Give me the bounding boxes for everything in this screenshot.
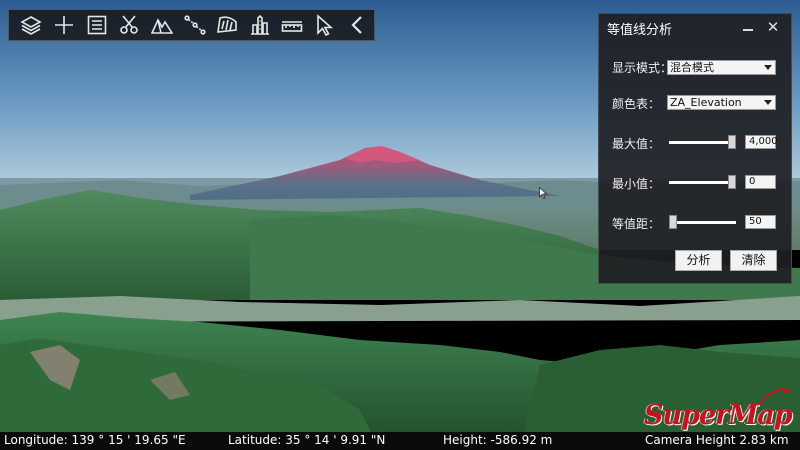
latitude-readout: Latitude: 35 ° 14 ' 9.91 "N (228, 433, 386, 447)
supermap-logo: SuperMap (644, 400, 793, 431)
color-table-select[interactable]: ZA_Elevation (667, 95, 776, 110)
panel-title: 等值线分析 (607, 22, 673, 38)
max-value-row: 最大值： (612, 135, 668, 152)
ruler-icon[interactable] (276, 10, 309, 40)
color-table-value: ZA_Elevation (670, 96, 742, 109)
scissors-icon[interactable] (113, 10, 146, 40)
camera-height-readout: Camera Height 2.83 km (645, 433, 789, 447)
buildings-icon[interactable] (243, 10, 276, 40)
slider-thumb[interactable] (728, 175, 736, 189)
contour-analysis-panel: 等值线分析 ✕ 显示模式： 混合模式 颜色表： ZA_Elevation 最大值… (598, 13, 792, 284)
close-icon[interactable]: ✕ (766, 20, 780, 35)
minimize-icon[interactable] (743, 21, 755, 33)
color-table-label: 颜色表： (612, 97, 661, 111)
interval-label: 等值距： (612, 217, 661, 231)
interval-row: 等值距： (612, 215, 668, 232)
max-value-input[interactable]: 4,000 (745, 135, 778, 149)
analyze-button[interactable]: 分析 (675, 250, 722, 271)
status-bar: Longitude: 139 ° 15 ' 19.65 "E Latitude:… (0, 432, 800, 450)
layers-icon[interactable] (15, 10, 48, 40)
slider-track[interactable] (669, 181, 736, 184)
color-table-row: 颜色表： (612, 95, 668, 112)
list-icon[interactable] (80, 10, 113, 40)
interval-slider[interactable] (669, 215, 736, 229)
min-value-label: 最小值： (612, 177, 661, 191)
measure-path-icon[interactable] (178, 10, 211, 40)
slider-track[interactable] (669, 221, 736, 224)
panel-header[interactable]: 等值线分析 ✕ (599, 14, 791, 42)
pointer-icon[interactable] (309, 10, 342, 40)
display-mode-value: 混合模式 (670, 61, 714, 74)
min-value-input[interactable]: 0 (745, 175, 776, 189)
clear-button[interactable]: 清除 (730, 250, 777, 271)
display-mode-select[interactable]: 混合模式 (667, 60, 776, 75)
min-value-slider[interactable] (669, 175, 736, 189)
min-value-row: 最小值： (612, 175, 668, 192)
display-mode-row: 显示模式： (612, 59, 673, 76)
slider-thumb[interactable] (669, 215, 677, 229)
plus-icon[interactable] (48, 10, 81, 40)
max-value-label: 最大值： (612, 137, 661, 151)
main-toolbar (8, 9, 375, 41)
display-mode-label: 显示模式： (612, 61, 673, 75)
chevron-down-icon (764, 65, 772, 70)
collapse-chevron-icon[interactable] (341, 10, 374, 40)
area-icon[interactable] (211, 10, 244, 40)
slider-track[interactable] (669, 141, 736, 144)
longitude-readout: Longitude: 139 ° 15 ' 19.65 "E (4, 433, 186, 447)
terrain-icon[interactable] (146, 10, 179, 40)
mouse-cursor-icon (539, 187, 547, 199)
chevron-down-icon (764, 100, 772, 105)
height-readout: Height: -586.92 m (443, 433, 553, 447)
max-value-slider[interactable] (669, 135, 736, 149)
interval-input[interactable]: 50 (745, 215, 776, 229)
slider-thumb[interactable] (728, 135, 736, 149)
